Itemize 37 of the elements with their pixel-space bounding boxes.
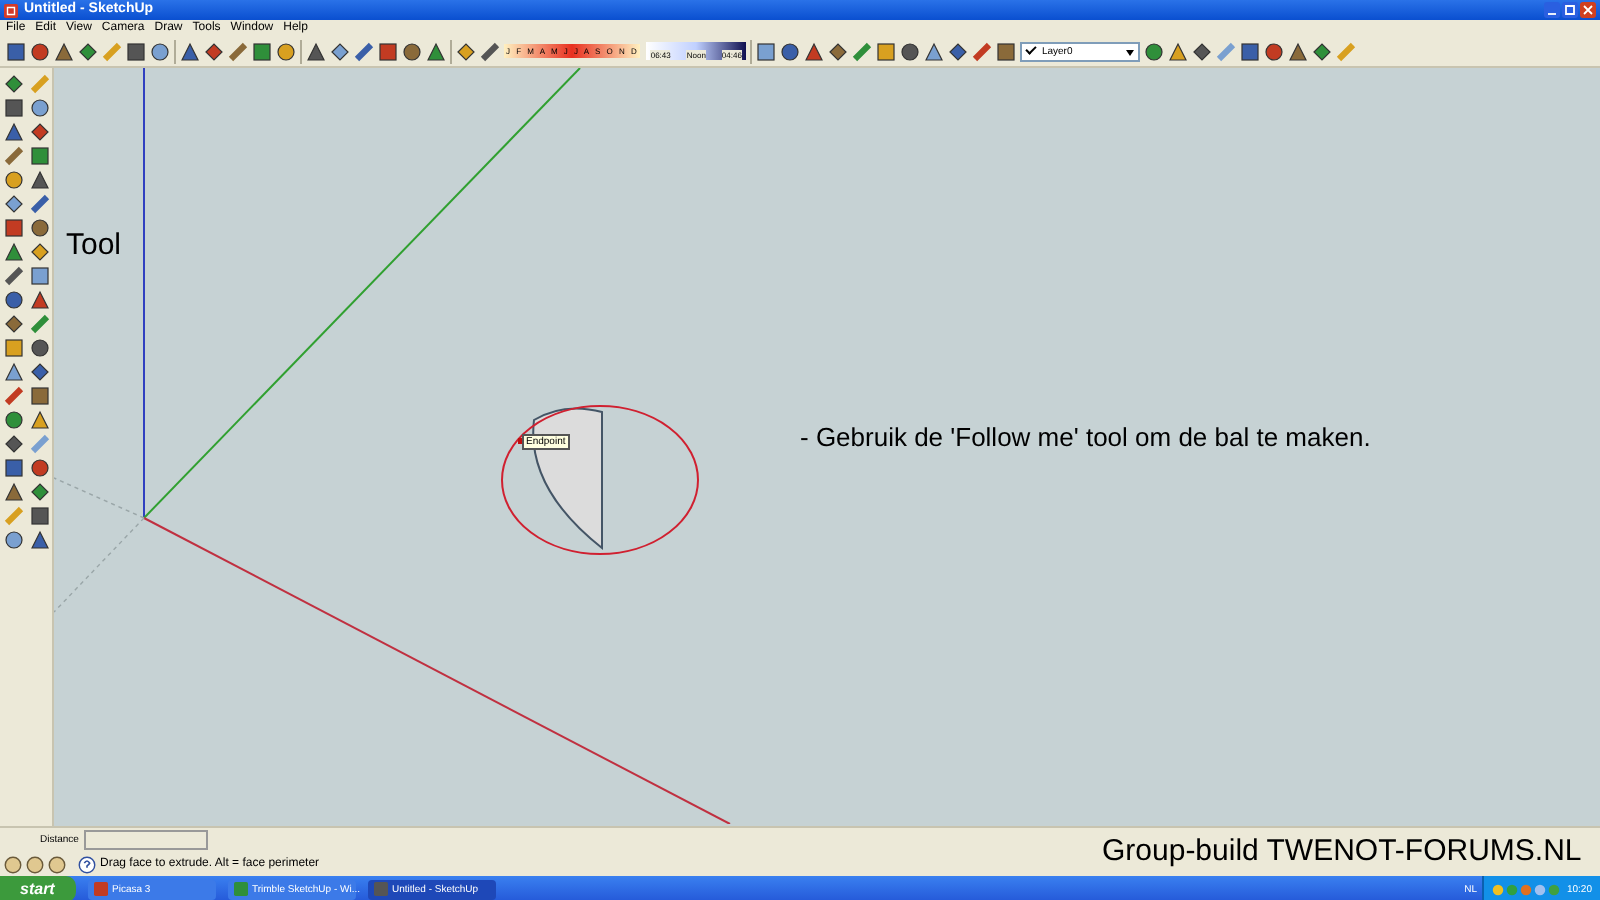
app-icon <box>234 882 248 896</box>
tool-icon[interactable] <box>354 41 374 61</box>
tool-icon[interactable] <box>755 41 776 61</box>
tool-icon[interactable] <box>4 266 24 286</box>
tool-icon[interactable] <box>923 41 944 61</box>
tool-icon[interactable] <box>875 41 896 61</box>
tool-icon[interactable] <box>1239 41 1260 61</box>
start-button[interactable]: start <box>0 876 76 900</box>
tool-icon[interactable] <box>30 194 50 214</box>
app-icon <box>4 3 18 17</box>
tool-icon[interactable] <box>480 41 500 61</box>
check-icon <box>1025 43 1037 55</box>
canvas-text: - Gebruik de 'Follow me' tool om de bal te maken. <box>800 422 1371 452</box>
tool-icon[interactable] <box>4 386 24 406</box>
tool-icon[interactable] <box>1263 41 1284 61</box>
caret-icon <box>1123 45 1136 57</box>
tool-icon[interactable] <box>803 41 824 61</box>
tool-icon[interactable] <box>899 41 920 61</box>
canvas-text: Tool <box>66 228 122 262</box>
tool-icon[interactable] <box>1287 41 1308 61</box>
tool-icon[interactable] <box>1311 41 1332 61</box>
tool-icon[interactable] <box>1191 41 1212 61</box>
tool-icon[interactable] <box>779 41 800 61</box>
tool-icon[interactable] <box>947 41 968 61</box>
tool-icon[interactable] <box>1167 41 1188 61</box>
tool-icon[interactable] <box>971 41 992 61</box>
tool-icon[interactable] <box>827 41 848 61</box>
app-icon <box>374 882 388 896</box>
close-button[interactable] <box>1580 2 1596 18</box>
caption-text: Group-build TWENOT-FORUMS.NL <box>1102 834 1582 868</box>
app-icon <box>94 882 108 896</box>
maximize-button[interactable] <box>1562 2 1578 18</box>
minimize-button[interactable] <box>1544 2 1560 18</box>
measurement-field[interactable] <box>84 830 209 850</box>
tool-icon[interactable] <box>995 41 1016 61</box>
tool-icon[interactable] <box>1143 41 1164 61</box>
help-icon[interactable] <box>78 855 96 873</box>
